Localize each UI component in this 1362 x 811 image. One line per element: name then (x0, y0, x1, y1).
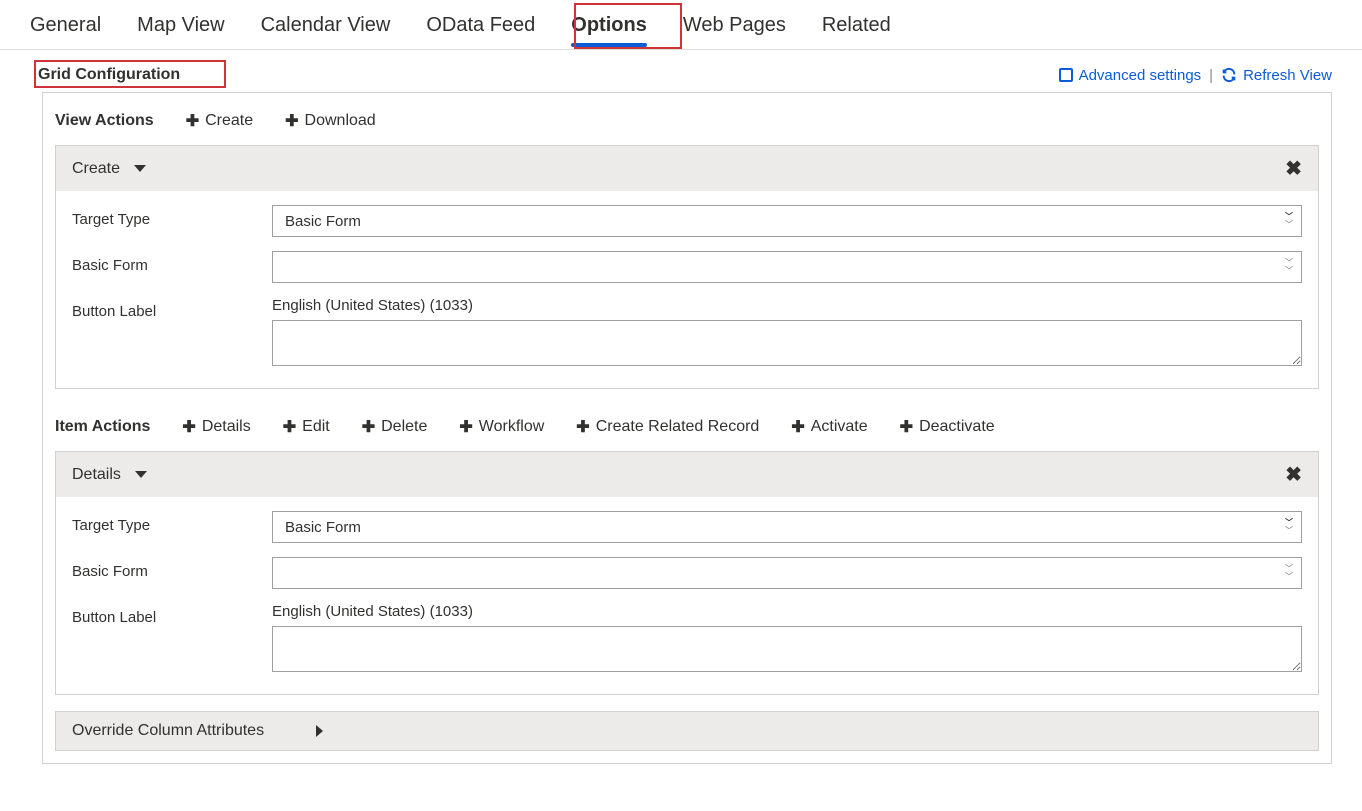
item-actions-details-card: Details ✖ Target Type Basic Form ﹀﹀ (55, 451, 1319, 695)
chevron-right-icon (316, 725, 323, 737)
tab-related[interactable]: Related (822, 14, 891, 49)
refresh-view-link[interactable]: Refresh View (1221, 67, 1332, 84)
basic-form-label: Basic Form (72, 251, 272, 274)
plus-icon: ✚ (283, 417, 296, 437)
add-create-label: Create (205, 112, 253, 130)
chevron-down-icon (135, 471, 147, 478)
advanced-settings-label: Advanced settings (1079, 67, 1202, 84)
add-workflow-button[interactable]: ✚ Workflow (459, 417, 544, 437)
override-card-title: Override Column Attributes (72, 722, 264, 740)
add-deactivate-label: Deactivate (919, 418, 995, 436)
plus-icon: ✚ (362, 417, 375, 437)
item-actions-heading: Item Actions (55, 418, 150, 436)
view-actions-heading: View Actions (55, 112, 154, 130)
select-spinner-icon: ﹀﹀ (1285, 214, 1293, 228)
select-spinner-icon: ﹀﹀ (1285, 260, 1293, 274)
tab-options[interactable]: Options (571, 14, 647, 49)
details-card-body: Target Type Basic Form ﹀﹀ Basic Form (56, 497, 1318, 694)
details-card-close-button[interactable]: ✖ (1285, 462, 1302, 487)
basic-form-select[interactable]: ﹀﹀ (272, 557, 1302, 589)
override-card-toggle[interactable]: Override Column Attributes (72, 722, 323, 740)
tab-map-view[interactable]: Map View (137, 14, 224, 49)
override-card-header: Override Column Attributes (56, 712, 1318, 750)
plus-icon: ✚ (285, 111, 298, 131)
refresh-view-label: Refresh View (1243, 67, 1332, 84)
add-create-button[interactable]: ✚ Create (186, 111, 253, 131)
section-bar: Grid Configuration Advanced settings | R… (30, 62, 1352, 88)
plus-icon: ✚ (459, 417, 472, 437)
button-label-language: English (United States) (1033) (272, 603, 1302, 620)
target-type-value: Basic Form (285, 213, 361, 230)
content-area: Grid Configuration Advanced settings | R… (0, 62, 1362, 764)
view-actions-create-card-header: Create ✖ (56, 146, 1318, 191)
button-label-input[interactable] (272, 320, 1302, 366)
add-workflow-label: Workflow (479, 418, 545, 436)
add-edit-button[interactable]: ✚ Edit (283, 417, 330, 437)
tab-calendar-view[interactable]: Calendar View (261, 14, 391, 49)
plus-icon: ✚ (791, 417, 804, 437)
basic-form-select[interactable]: ﹀﹀ (272, 251, 1302, 283)
tab-odata-feed[interactable]: OData Feed (426, 14, 535, 49)
target-type-value: Basic Form (285, 519, 361, 536)
section-title-grid-configuration: Grid Configuration (30, 62, 188, 88)
button-label-label: Button Label (72, 603, 272, 626)
override-column-attributes-card: Override Column Attributes (55, 711, 1319, 751)
add-download-button[interactable]: ✚ Download (285, 111, 376, 131)
section-links: Advanced settings | Refresh View (1059, 67, 1352, 84)
advanced-settings-link[interactable]: Advanced settings (1059, 67, 1202, 84)
plus-icon: ✚ (576, 417, 589, 437)
view-actions-create-card: Create ✖ Target Type Basic Form ﹀﹀ (55, 145, 1319, 389)
details-card-title: Details (72, 466, 121, 484)
create-card-toggle[interactable]: Create (72, 160, 146, 178)
add-download-label: Download (305, 112, 376, 130)
close-icon: ✖ (1285, 158, 1302, 180)
create-card-title: Create (72, 160, 120, 178)
target-type-label: Target Type (72, 205, 272, 228)
add-deactivate-button[interactable]: ✚ Deactivate (900, 417, 995, 437)
target-type-select[interactable]: Basic Form ﹀﹀ (272, 205, 1302, 237)
target-type-select[interactable]: Basic Form ﹀﹀ (272, 511, 1302, 543)
tab-web-pages[interactable]: Web Pages (683, 14, 786, 49)
chevron-down-icon (134, 165, 146, 172)
create-card-close-button[interactable]: ✖ (1285, 156, 1302, 181)
close-icon: ✖ (1285, 464, 1302, 486)
select-spinner-icon: ﹀﹀ (1285, 520, 1293, 534)
grid-configuration-panel: View Actions ✚ Create ✚ Download Create (42, 92, 1332, 764)
basic-form-label: Basic Form (72, 557, 272, 580)
create-card-body: Target Type Basic Form ﹀﹀ Basic Form (56, 191, 1318, 388)
add-details-label: Details (202, 418, 251, 436)
add-activate-button[interactable]: ✚ Activate (791, 417, 867, 437)
button-label-input[interactable] (272, 626, 1302, 672)
add-create-related-button[interactable]: ✚ Create Related Record (576, 417, 759, 437)
add-create-related-label: Create Related Record (596, 418, 760, 436)
button-label-language: English (United States) (1033) (272, 297, 1302, 314)
separator: | (1209, 67, 1213, 84)
tab-bar: General Map View Calendar View OData Fee… (0, 0, 1362, 50)
add-delete-button[interactable]: ✚ Delete (362, 417, 428, 437)
details-card-toggle[interactable]: Details (72, 466, 147, 484)
add-details-button[interactable]: ✚ Details (182, 417, 250, 437)
plus-icon: ✚ (186, 111, 199, 131)
add-edit-label: Edit (302, 418, 330, 436)
refresh-icon (1221, 67, 1237, 83)
item-actions-details-card-header: Details ✖ (56, 452, 1318, 497)
target-type-label: Target Type (72, 511, 272, 534)
tab-general[interactable]: General (30, 14, 101, 49)
maximize-icon (1059, 68, 1073, 82)
item-actions-header: Item Actions ✚ Details ✚ Edit ✚ Delete ✚ Wor… (55, 417, 1319, 437)
button-label-label: Button Label (72, 297, 272, 320)
view-actions-header: View Actions ✚ Create ✚ Download (55, 111, 1319, 131)
plus-icon: ✚ (900, 417, 913, 437)
plus-icon: ✚ (182, 417, 195, 437)
select-spinner-icon: ﹀﹀ (1285, 566, 1293, 580)
add-delete-label: Delete (381, 418, 427, 436)
add-activate-label: Activate (811, 418, 868, 436)
